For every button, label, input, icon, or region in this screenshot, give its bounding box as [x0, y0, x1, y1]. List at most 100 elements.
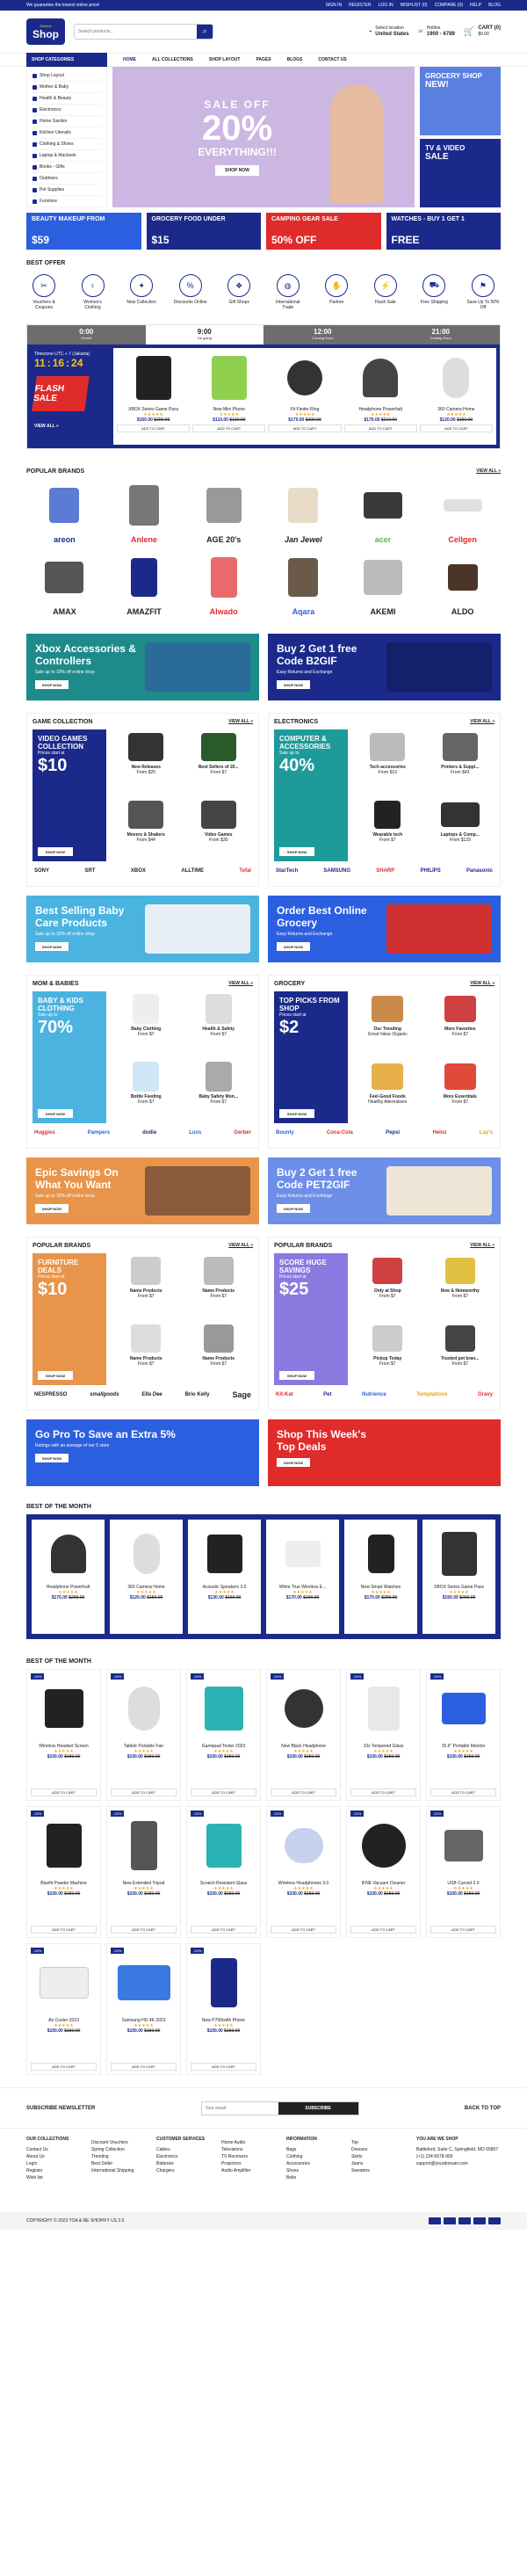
flash-tab[interactable]: 12:00 Coming Soon — [264, 325, 382, 345]
category-item[interactable]: Books - Gifts — [32, 162, 101, 173]
add-to-cart-button[interactable]: ADD TO CART — [271, 1926, 336, 1934]
brand-tile[interactable]: AMAX — [26, 551, 103, 620]
footer-link[interactable]: Clothing — [286, 2153, 339, 2160]
footer-link[interactable]: Top — [351, 2139, 404, 2146]
banner-xbox[interactable]: Xbox Accessories & Controllers Sale up to… — [26, 634, 259, 700]
offer-gift[interactable]: ❖ Gift Shops — [221, 274, 256, 310]
side-banner-grocery[interactable]: GROCERY SHOP NEW! — [420, 67, 501, 135]
category-item[interactable]: Furniture — [32, 196, 101, 207]
footer-link[interactable]: Chargers — [156, 2167, 209, 2174]
shop-now-button[interactable]: SHOP NOW — [35, 942, 69, 951]
offer-women[interactable]: ♀ Women's Clothing — [76, 274, 111, 310]
product-card[interactable]: -10% 10x Tempered Glass ★★★★★ $100.00 $150.… — [346, 1669, 421, 1801]
logo[interactable]: Modest Shop — [26, 18, 65, 45]
shop-now-button[interactable]: SHOP NOW — [35, 1454, 69, 1462]
nav-pages[interactable]: PAGES — [256, 57, 271, 62]
category-item[interactable]: Home Garden — [32, 116, 101, 127]
subcategory[interactable]: Trusted pet bran... From $7 — [426, 1321, 495, 1385]
product-card[interactable]: New Mini Phone ★★★★★ $110.00 $130.00 ADD TO… — [192, 352, 266, 441]
subcategory[interactable]: Feel-Good Foods Healthy Alternatives — [353, 1059, 422, 1123]
view-all-link[interactable]: VIEW ALL » — [34, 424, 106, 429]
category-item[interactable]: Shop Layout — [32, 70, 101, 82]
product-card[interactable]: White True Wireless E... ★★★★★ $170.00 $19… — [266, 1520, 339, 1634]
flash-tab-active[interactable]: 9:00 On going — [145, 325, 264, 345]
product-card[interactable]: -10% Samsung HD 4K 2023 ★★★★★ $100.00 $150.… — [106, 1943, 181, 2075]
link-login[interactable]: LOG IN — [379, 3, 393, 8]
add-to-cart-button[interactable]: ADD TO CART — [111, 1789, 177, 1796]
add-to-cart-button[interactable]: ADD TO CART — [268, 424, 342, 432]
shop-now-button[interactable]: SHOP NOW — [38, 847, 73, 856]
product-card[interactable]: -10% New Black Headphone ★★★★★ $100.00 $150… — [266, 1669, 341, 1801]
promo-tile[interactable]: BABY & KIDS CLOTHING Sale up to 70% SHOP NO… — [32, 991, 106, 1123]
product-card[interactable]: -10% New P700mAh Phone ★★★★★ $100.00 $150.0… — [186, 1943, 261, 2075]
banner-baby[interactable]: Best Selling Baby Care Products Sale up t… — [26, 896, 259, 962]
add-to-cart-button[interactable]: ADD TO CART — [419, 424, 494, 432]
subcategory[interactable]: Name Products From $7 — [112, 1321, 181, 1385]
category-item[interactable]: Pet Supplies — [32, 185, 101, 196]
offer-trade[interactable]: ◍ International Trade — [271, 274, 306, 310]
footer-link[interactable]: Audio Amplifier — [221, 2167, 274, 2174]
shop-now-button[interactable]: SHOP NOW — [279, 1109, 314, 1118]
brand-tile[interactable]: acer — [345, 479, 422, 548]
product-card[interactable]: Headphone Powerhalt ★★★★★ $170.00 $200.00 — [32, 1520, 105, 1634]
email[interactable]: support@yourdomain.com — [416, 2160, 501, 2167]
footer-link[interactable]: Home Audio — [221, 2139, 274, 2146]
brand-tile[interactable]: ALDO — [424, 551, 501, 620]
subcategory[interactable]: Only at Shop From $7 — [353, 1253, 422, 1317]
subcategory[interactable]: Movers & Shakers From $44 — [112, 797, 181, 861]
add-to-cart-button[interactable]: ADD TO CART — [31, 2063, 97, 2071]
add-to-cart-button[interactable]: ADD TO CART — [191, 2063, 256, 2071]
add-to-cart-button[interactable]: ADD TO CART — [111, 2063, 177, 2071]
subcategory[interactable]: Wearable tech From $7 — [353, 797, 422, 861]
view-all-link[interactable]: VIEW ALL » — [228, 981, 253, 986]
shop-now-button[interactable]: SHOP NOW — [38, 1109, 73, 1118]
category-item[interactable]: Mother & Baby — [32, 82, 101, 93]
search-icon[interactable]: ⌕ — [197, 25, 213, 39]
footer-link[interactable]: Accessories — [286, 2160, 339, 2167]
add-to-cart-button[interactable]: ADD TO CART — [350, 1926, 416, 1934]
product-card[interactable]: -10% Bluefit Powder Machine ★★★★★ $100.00 $… — [26, 1806, 101, 1938]
subcategory[interactable]: More Essentials From $7 — [426, 1059, 495, 1123]
product-card[interactable]: 360 Camera Home ★★★★★ $120.00 $150.00 — [110, 1520, 183, 1634]
flash-tab[interactable]: 0:00 Ended — [27, 325, 146, 345]
nav-contact[interactable]: CONTACT US — [318, 57, 346, 62]
view-all-link[interactable]: VIEW ALL » — [228, 1243, 253, 1248]
view-all-link[interactable]: VIEW ALL » — [228, 719, 253, 724]
nav-home[interactable]: HOME — [123, 57, 136, 62]
product-card[interactable]: XBOX Series Game Pass ★★★★★ $150.00 $200.0… — [117, 352, 191, 441]
brand-tile[interactable]: AMAZFIT — [106, 551, 183, 620]
view-all-link[interactable]: VIEW ALL » — [470, 981, 495, 986]
shop-now-button[interactable]: SHOP NOW — [277, 1204, 310, 1213]
banner-epic[interactable]: Epic Savings On What You Want Sale up to … — [26, 1157, 259, 1224]
shop-now-button[interactable]: SHOP NOW — [277, 1458, 310, 1467]
promo-beauty[interactable]: BEAUTY MAKEUP FROM $59 — [26, 213, 141, 250]
hero-shop-button[interactable]: SHOP NOW — [215, 165, 259, 176]
footer-link[interactable]: Televisions — [221, 2146, 274, 2153]
category-item[interactable]: Kitchen Utensils — [32, 127, 101, 139]
add-to-cart-button[interactable]: ADD TO CART — [31, 1926, 97, 1934]
footer-link[interactable]: Dresses — [351, 2146, 404, 2153]
nav-collections[interactable]: ALL COLLECTIONS — [152, 57, 193, 62]
brand-tile[interactable]: AGE 20's — [185, 479, 262, 548]
link-blog[interactable]: BLOG — [488, 3, 501, 8]
subcategory[interactable]: Printers & Suppl... From $43 — [426, 729, 495, 794]
footer-link[interactable]: Best Seller — [91, 2160, 144, 2167]
add-to-cart-button[interactable]: ADD TO CART — [271, 1789, 336, 1796]
promo-watches[interactable]: WATCHES - BUY 1 GET 1 FREE — [386, 213, 501, 250]
category-item[interactable]: Clothing & Shoes — [32, 139, 101, 150]
add-to-cart-button[interactable]: ADD TO CART — [117, 424, 191, 432]
brand-tile[interactable]: Anlene — [106, 479, 183, 548]
promo-grocery[interactable]: GROCERY FOOD UNDER $15 — [146, 213, 261, 250]
shop-now-button[interactable]: SHOP NOW — [277, 942, 310, 951]
offer-partner[interactable]: ✋ Partner — [319, 274, 354, 310]
promo-camping[interactable]: CAMPING GEAR SALE 50% OFF — [266, 213, 381, 250]
brand-tile[interactable]: Jan Jewel — [265, 479, 342, 548]
offer-discounts[interactable]: % Discounts Online — [173, 274, 208, 310]
product-card[interactable]: -10% New Extended Tripod ★★★★★ $100.00 $150… — [106, 1806, 181, 1938]
subcategory[interactable]: Name Products From $7 — [184, 1321, 254, 1385]
product-card[interactable]: -10% Gamepad Tester 2023 ★★★★★ $100.00 $150… — [186, 1669, 261, 1801]
banner-grocery[interactable]: Order Best Online Grocery Easy Returns an… — [268, 896, 501, 962]
product-card[interactable]: -10% Wireless Headphones 3.0 ★★★★★ $100.00 … — [266, 1806, 341, 1938]
subscribe-button[interactable]: SUBSCRIBE — [278, 2101, 358, 2115]
add-to-cart-button[interactable]: ADD TO CART — [191, 1926, 256, 1934]
